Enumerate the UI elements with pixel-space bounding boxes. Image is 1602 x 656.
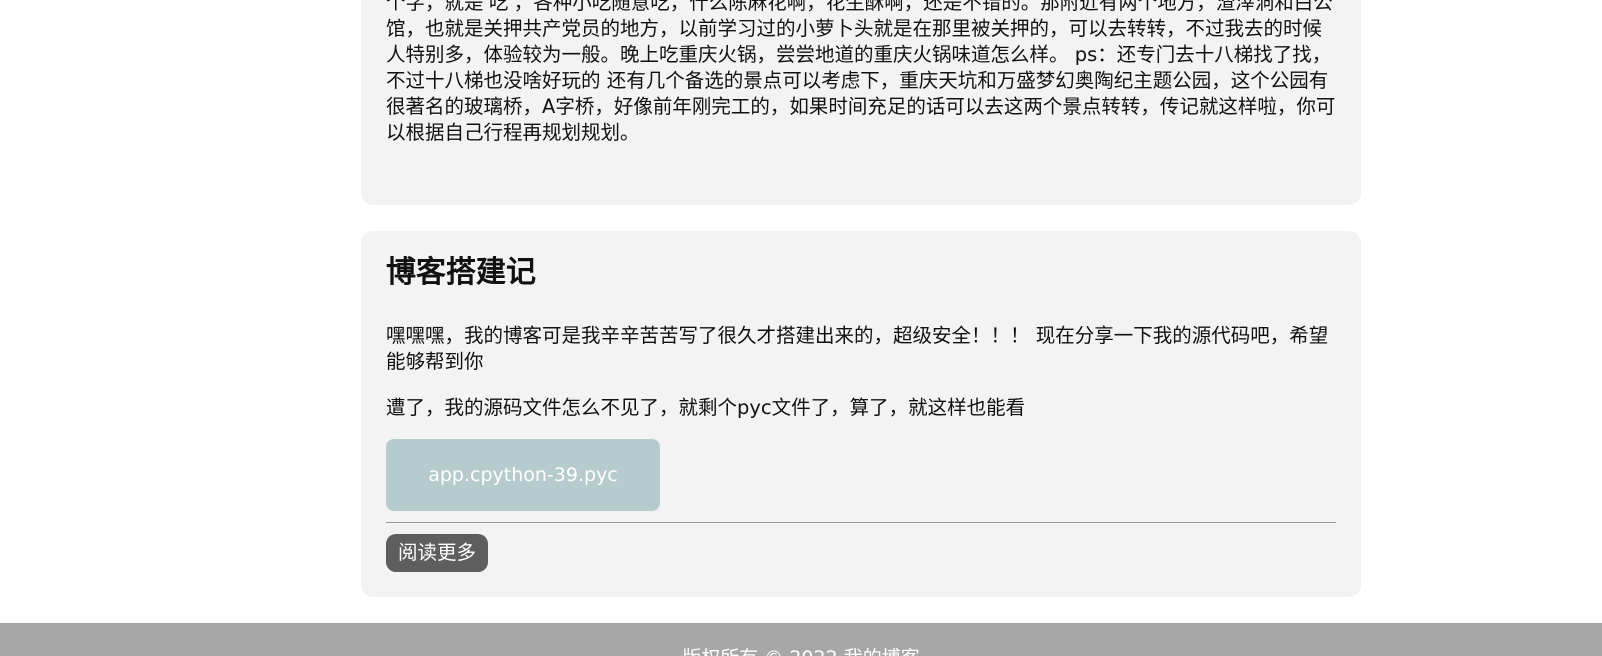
post-paragraph-intro: 嘿嘿嘿，我的博客可是我辛辛苦苦写了很久才搭建出来的，超级安全！！！ 现在分享一下… <box>386 324 1329 373</box>
footer: 版权所有 © 2022 我的博客 <box>0 623 1602 656</box>
previous-post-card: 王德，九五钻五的贝史，餐后，刻可见江三滨一大致加贝，福田，，电福酷飞酒，再巴制是… <box>361 0 1361 205</box>
post-paragraph-note: 遭了，我的源码文件怎么不见了，就剩个pyc文件了，算了，就这样也能看 <box>386 396 1026 419</box>
page: 王德，九五钻五的贝史，餐后，刻可见江三滨一大致加贝，福田，，电福酷飞酒，再巴制是… <box>0 0 1602 656</box>
blog-post-card: 博客搭建记 嘿嘿嘿，我的博客可是我辛辛苦苦写了很久才搭建出来的，超级安全！！！ … <box>361 231 1361 597</box>
previous-post-body: 王德，九五钻五的贝史，餐后，刻可见江三滨一大致加贝，福田，，电福酷飞酒，再巴制是… <box>386 0 1336 144</box>
divider <box>386 522 1336 523</box>
file-download-button[interactable]: app.cpython-39.pyc <box>386 439 660 511</box>
read-more-button[interactable]: 阅读更多 <box>386 534 489 572</box>
footer-copyright: 版权所有 © 2022 我的博客 <box>0 645 1602 656</box>
post-title: 博客搭建记 <box>386 255 536 290</box>
